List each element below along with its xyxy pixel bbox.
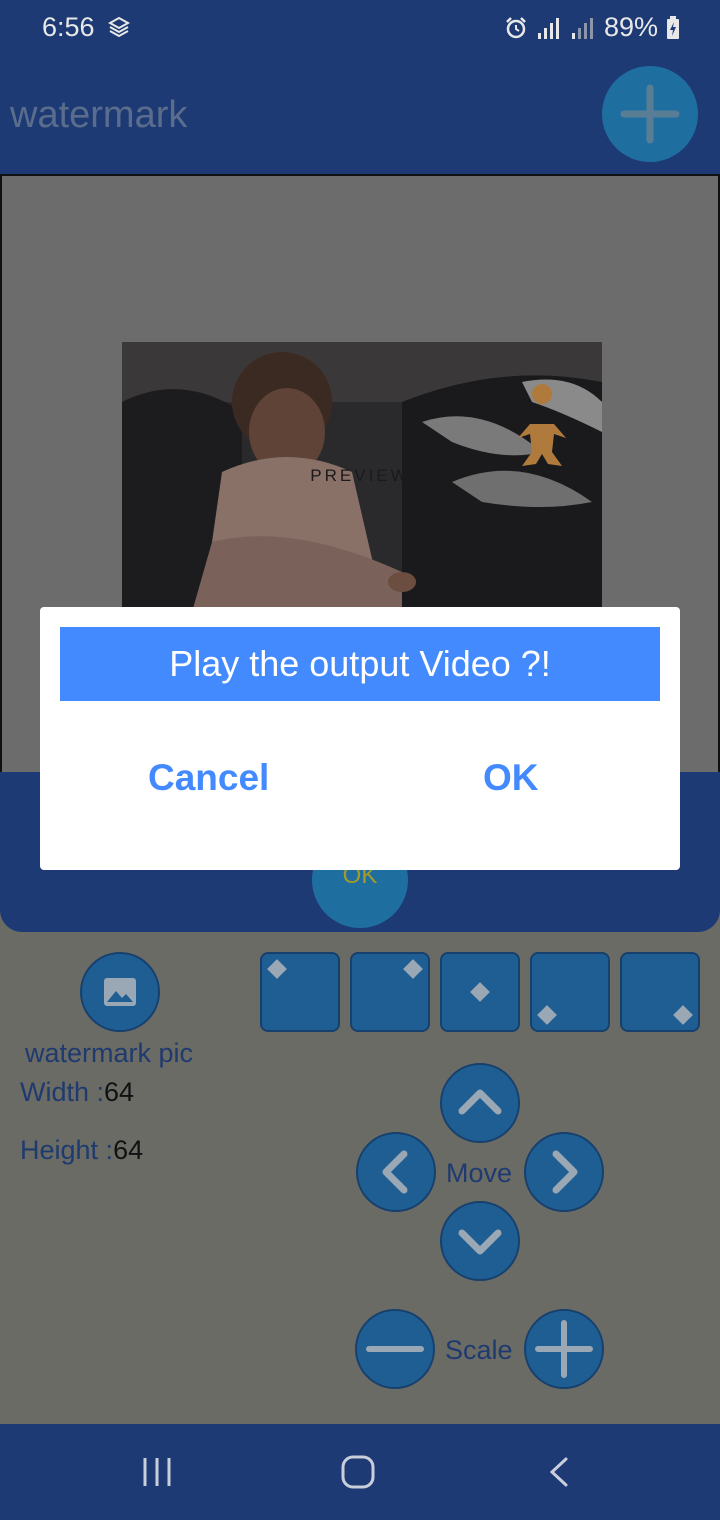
- move-up-button[interactable]: [440, 1063, 520, 1143]
- move-down-button[interactable]: [440, 1201, 520, 1281]
- app-title: watermark: [10, 94, 188, 136]
- move-label: Move: [446, 1158, 513, 1188]
- controls-panel: watermark pic Width :64 Height :64 Move …: [0, 932, 720, 1424]
- watermark-pic-label: watermark pic: [25, 1038, 194, 1068]
- chevron-down-icon: [458, 1229, 502, 1255]
- battery-charging-icon: [667, 15, 679, 39]
- signal-icon: [537, 17, 559, 39]
- alarm-icon: [506, 16, 526, 38]
- move-right-button[interactable]: [524, 1132, 604, 1212]
- height-label: Height :64: [20, 1135, 144, 1165]
- chevron-up-icon: [458, 1089, 502, 1115]
- plus-icon: [620, 84, 680, 144]
- height-value: 64: [113, 1135, 144, 1165]
- position-bottom-right-button[interactable]: [620, 952, 700, 1032]
- status-icons: 89%: [504, 12, 680, 43]
- back-icon[interactable]: [546, 1456, 572, 1488]
- scale-down-button[interactable]: [355, 1309, 435, 1389]
- pick-watermark-button[interactable]: [80, 952, 160, 1032]
- scale-up-button[interactable]: [524, 1309, 604, 1389]
- recent-apps-icon[interactable]: [140, 1456, 174, 1488]
- battery-percent: 89%: [603, 12, 658, 42]
- dialog-title: Play the output Video ?!: [60, 627, 660, 701]
- layers-icon: [108, 16, 130, 38]
- ok-button[interactable]: OK: [483, 757, 539, 799]
- cancel-button[interactable]: Cancel: [148, 757, 269, 799]
- position-top-right-button[interactable]: [350, 952, 430, 1032]
- add-video-button[interactable]: [602, 66, 698, 162]
- plus-icon: [535, 1320, 593, 1378]
- position-top-left-button[interactable]: [260, 952, 340, 1032]
- status-time: 6:56: [42, 12, 95, 42]
- app-bar: watermark: [0, 56, 720, 174]
- position-center-button[interactable]: [440, 952, 520, 1032]
- scale-label: Scale: [445, 1335, 513, 1365]
- minus-icon: [366, 1346, 424, 1352]
- position-bottom-left-button[interactable]: [530, 952, 610, 1032]
- signal-icon-2: [571, 17, 593, 39]
- chevron-right-icon: [552, 1150, 578, 1194]
- status-bar: 6:56 89%: [0, 0, 720, 56]
- system-nav-bar: [0, 1424, 720, 1520]
- move-left-button[interactable]: [356, 1132, 436, 1212]
- home-icon[interactable]: [340, 1454, 376, 1490]
- play-output-dialog: Play the output Video ?! Cancel OK: [40, 607, 680, 870]
- image-icon: [104, 978, 136, 1006]
- preview-label: PREVIEW: [310, 466, 410, 485]
- width-label: Width :64: [20, 1077, 135, 1107]
- width-value: 64: [104, 1077, 135, 1107]
- chevron-left-icon: [382, 1150, 408, 1194]
